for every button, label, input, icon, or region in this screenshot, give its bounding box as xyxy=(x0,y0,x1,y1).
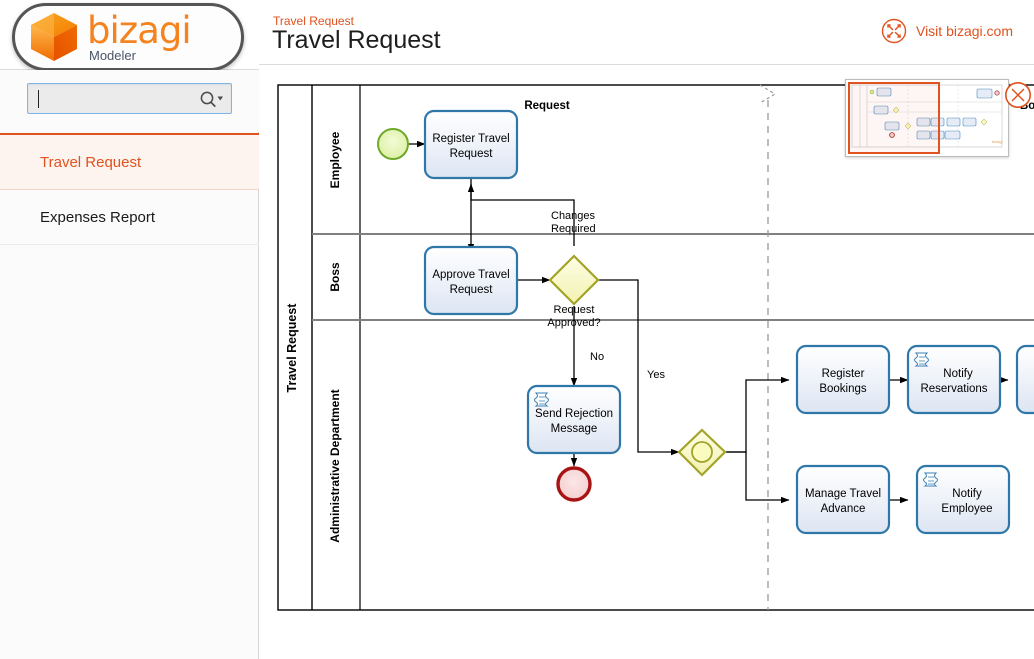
search-area xyxy=(0,70,259,132)
task-label-line2: Request xyxy=(450,148,494,160)
visit-bizagi-label: Visit bizagi.com xyxy=(915,23,1013,39)
task-approve-travel-request[interactable]: Approve Travel Request xyxy=(423,245,519,316)
bizagi-cube-icon xyxy=(31,13,77,61)
close-circle-icon[interactable] xyxy=(1004,81,1032,109)
svg-text:bizagi: bizagi xyxy=(992,139,1003,144)
task-label-line1: Approve Travel xyxy=(432,269,509,281)
end-event[interactable] xyxy=(556,466,592,502)
task-register-bookings[interactable]: Register Bookings xyxy=(795,344,891,415)
expand-icon xyxy=(881,18,907,44)
sidebar: bizagi Modeler Travel Request Expenses R… xyxy=(0,0,259,659)
flow-label-no: No xyxy=(590,351,604,363)
logo-wordmark: bizagi xyxy=(87,9,192,52)
task-label-line1: Notify xyxy=(952,488,982,500)
task-label-line1: Register xyxy=(822,368,865,380)
gateway-label-line1: Request xyxy=(554,304,595,316)
task-label-line2: Request xyxy=(450,284,494,296)
search-input[interactable] xyxy=(36,88,201,110)
task-label-line1: Notify xyxy=(943,368,973,380)
gateway-label-line2: Approved? xyxy=(547,317,600,329)
task-manage-travel-advance[interactable]: Manage Travel Advance xyxy=(795,464,891,535)
flow-label-yes: Yes xyxy=(647,369,665,381)
flow-label-changes-line2: Required xyxy=(551,223,596,235)
task-label-line2: Reservations xyxy=(920,383,987,395)
lane-label-employee: Employee xyxy=(328,131,342,188)
task-offscreen-right[interactable] xyxy=(1015,344,1034,415)
sidebar-item-expenses-report[interactable]: Expenses Report xyxy=(0,190,259,245)
visit-bizagi-link[interactable]: Visit bizagi.com xyxy=(881,18,1013,44)
page-title: Travel Request xyxy=(272,26,441,54)
sidebar-item-label: Travel Request xyxy=(40,153,142,171)
task-label-line1: Send Rejection xyxy=(535,408,613,420)
task-notify-reservations[interactable]: Notify Reservations xyxy=(906,344,1002,415)
flow-label-changes-line1: Changes xyxy=(551,210,596,222)
task-label-line2: Bookings xyxy=(819,383,867,395)
logo-area: bizagi Modeler xyxy=(0,0,259,71)
sidebar-item-travel-request[interactable]: Travel Request xyxy=(0,135,259,190)
lane-label-boss: Boss xyxy=(328,262,342,292)
phase-label-request: Request xyxy=(524,100,570,112)
task-notify-employee[interactable]: Notify Employee xyxy=(915,464,1011,535)
task-label-line2: Advance xyxy=(821,503,866,515)
task-register-travel-request[interactable]: Register Travel Request xyxy=(423,109,519,180)
header: Travel Request Travel Request Visit biza… xyxy=(259,0,1034,65)
task-label-line1: Register Travel xyxy=(432,133,509,145)
logo-text: bizagi Modeler xyxy=(87,9,192,63)
diagram-canvas[interactable]: Travel Request Employee Boss Administrat… xyxy=(260,66,1034,659)
pool-label: Travel Request xyxy=(285,303,299,393)
lane-label-admin: Administrative Department xyxy=(328,389,342,542)
task-label-line2: Employee xyxy=(941,503,992,515)
bizagi-modeler-window: bizagi Modeler Travel Request Expenses R… xyxy=(0,0,1034,659)
task-label-line1: Manage Travel xyxy=(805,488,881,500)
task-label-line2: Message xyxy=(551,423,598,435)
search-box[interactable] xyxy=(27,83,232,114)
minimap-viewport[interactable] xyxy=(848,82,940,154)
search-icon[interactable] xyxy=(198,89,224,109)
minimap[interactable]: bizagi xyxy=(845,79,1009,157)
sidebar-item-label: Expenses Report xyxy=(40,208,156,226)
task-send-rejection-message[interactable]: Send Rejection Message xyxy=(526,384,622,455)
bizagi-logo[interactable]: bizagi Modeler xyxy=(12,3,244,71)
start-event[interactable] xyxy=(377,128,409,160)
